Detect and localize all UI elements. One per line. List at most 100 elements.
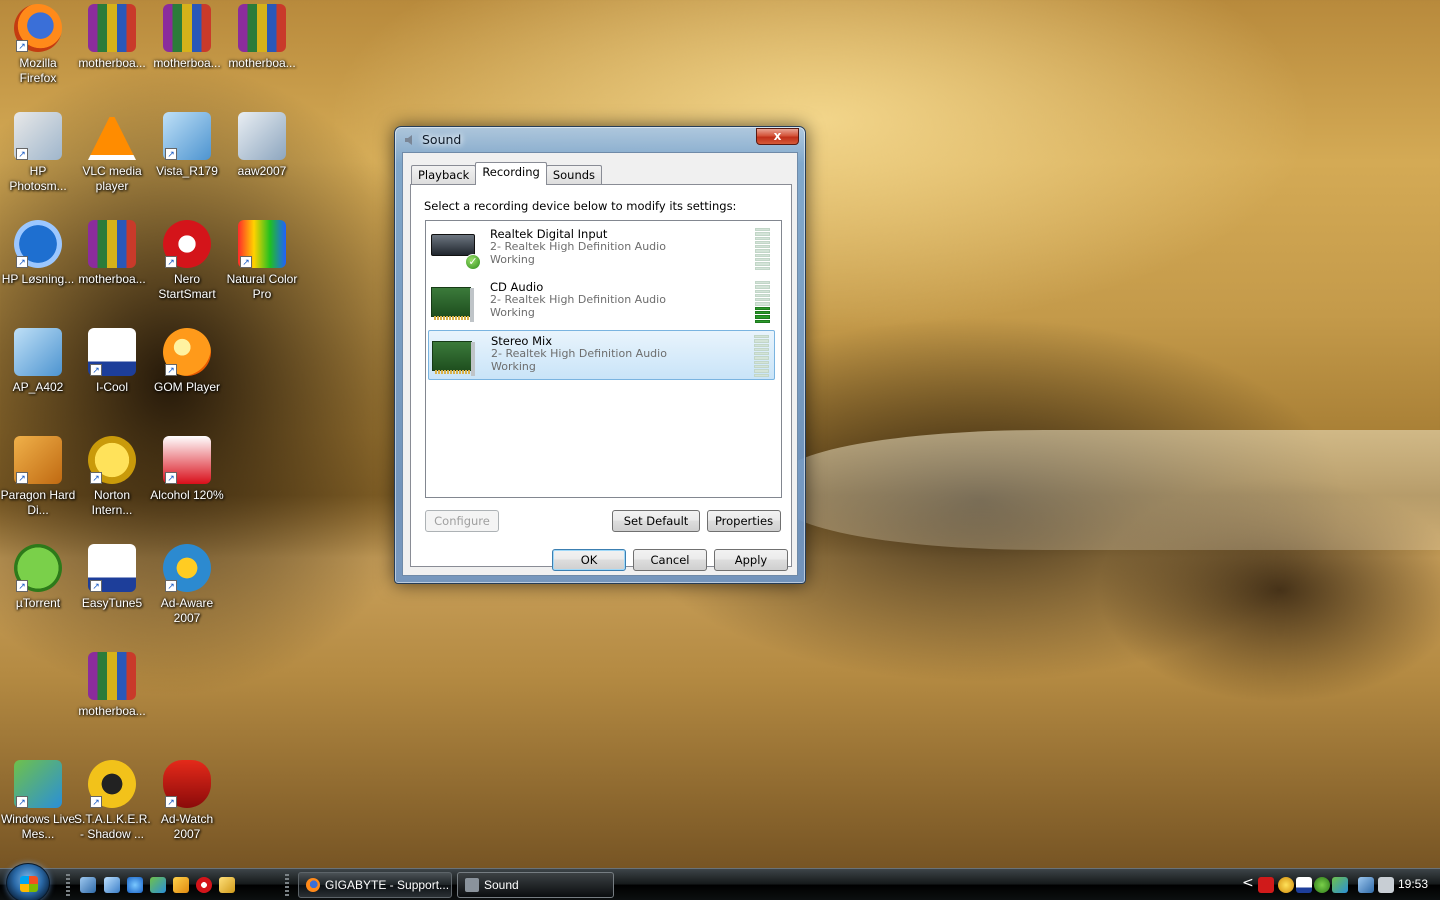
desktop-icon-ad-aware[interactable]: ↗ Ad-Aware 2007 <box>149 544 225 626</box>
digital-input-device-icon: ✓ <box>431 230 481 270</box>
device-item-realtek-digital-input[interactable]: ✓ Realtek Digital Input 2- Realtek High … <box>428 224 775 274</box>
taskbar-button-label: Sound <box>484 878 519 892</box>
gom-player-icon: ↗ <box>163 328 211 376</box>
volume-tray-icon[interactable] <box>1378 877 1394 893</box>
desktop-icon-vista-r179[interactable]: ↗ Vista_R179 <box>149 112 225 179</box>
network-tray-icon[interactable] <box>1358 877 1374 893</box>
level-meter-segment <box>755 319 770 323</box>
desktop-icon-hp-photosmart[interactable]: ↗ HP Photosm... <box>0 112 76 194</box>
mail-icon[interactable] <box>219 877 235 893</box>
properties-button[interactable]: Properties <box>707 510 781 532</box>
natural-color-icon: ↗ <box>238 220 286 268</box>
internet-explorer-icon[interactable] <box>127 877 143 893</box>
desktop-icon-motherboard-2[interactable]: motherboa... <box>149 4 225 71</box>
instruction-text: Select a recording device below to modif… <box>424 199 737 213</box>
gigabyte-tray-icon[interactable] <box>1296 877 1312 893</box>
tab-sounds[interactable]: Sounds <box>545 165 603 185</box>
desktop-icon-utorrent[interactable]: ↗ µTorrent <box>0 544 76 611</box>
set-default-button[interactable]: Set Default <box>612 510 700 532</box>
gigabyte-icon: ↗ <box>88 328 136 376</box>
level-meter-segment <box>755 245 770 249</box>
level-meter-segment <box>755 262 770 266</box>
taskbar-button-label: GIGABYTE - Support... <box>325 878 450 892</box>
media-player-icon[interactable] <box>173 877 189 893</box>
device-subtitle: 2- Realtek High Definition Audio <box>490 293 666 306</box>
desktop-icon-ad-watch[interactable]: ↗ Ad-Watch 2007 <box>149 760 225 842</box>
desktop-icon-motherboard-4[interactable]: motherboa... <box>74 220 150 287</box>
messenger-icon[interactable] <box>150 877 166 893</box>
desktop-icon-i-cool[interactable]: ↗ I-Cool <box>74 328 150 395</box>
level-meter-segment <box>755 289 770 293</box>
recording-device-list[interactable]: ✓ Realtek Digital Input 2- Realtek High … <box>425 220 782 498</box>
desktop-icon-label: aaw2007 <box>237 164 287 178</box>
recording-tab-panel: Select a recording device below to modif… <box>410 184 792 567</box>
nero-icon[interactable] <box>196 877 212 893</box>
desktop-icon-gom-player[interactable]: ↗ GOM Player <box>149 328 225 395</box>
ok-button[interactable]: OK <box>552 549 626 571</box>
driver-installer-icon: ↗ <box>163 112 211 160</box>
desktop-icon-label: µTorrent <box>15 596 61 610</box>
messenger-tray-icon[interactable] <box>1332 877 1348 893</box>
level-meter-segment <box>754 343 769 347</box>
level-meter-segment <box>754 369 769 373</box>
ati-tray-icon[interactable] <box>1258 877 1274 893</box>
hp-photosmart-icon: ↗ <box>14 112 62 160</box>
desktop-icon-firefox[interactable]: ↗ Mozilla Firefox <box>0 4 76 86</box>
switch-windows-icon[interactable] <box>104 877 120 893</box>
level-meter-segment <box>755 232 770 236</box>
desktop-icon-aaw2007[interactable]: aaw2007 <box>224 112 300 179</box>
tab-strip: Playback Recording Sounds <box>411 162 603 185</box>
device-item-cd-audio[interactable]: CD Audio 2- Realtek High Definition Audi… <box>428 277 775 327</box>
start-button[interactable] <box>6 863 50 900</box>
tab-recording[interactable]: Recording <box>475 162 547 185</box>
firefox-icon: ↗ <box>14 4 62 52</box>
norton-tray-icon[interactable] <box>1278 877 1294 893</box>
taskbar-button-firefox[interactable]: GIGABYTE - Support... <box>298 872 452 898</box>
desktop-icon-paragon[interactable]: ↗ Paragon Hard Di... <box>0 436 76 518</box>
quicklaunch-grip[interactable] <box>66 874 70 896</box>
device-item-stereo-mix[interactable]: Stereo Mix 2- Realtek High Definition Au… <box>428 330 775 380</box>
desktop-icon-easytune5[interactable]: ↗ EasyTune5 <box>74 544 150 611</box>
desktop-icon-hp-losning[interactable]: ↗ HP Løsning... <box>0 220 76 287</box>
clock[interactable]: 19:53 <box>1398 877 1428 891</box>
desktop-icon-live-messenger[interactable]: ↗ Windows Live Mes... <box>0 760 76 842</box>
show-hidden-icons-chevron[interactable]: < <box>1242 875 1254 891</box>
taskbar-button-sound[interactable]: Sound <box>457 872 614 898</box>
speaker-icon <box>465 878 479 892</box>
winrar-archive-icon <box>88 4 136 52</box>
nero-icon: ↗ <box>163 220 211 268</box>
close-button[interactable]: x <box>756 128 799 145</box>
desktop-icon-vlc[interactable]: VLC media player <box>74 112 150 194</box>
show-desktop-icon[interactable] <box>80 877 96 893</box>
desktop-icon-motherboard-3[interactable]: motherboa... <box>224 4 300 71</box>
level-meter-segment <box>755 306 770 311</box>
taskbar-grip[interactable] <box>285 874 289 896</box>
device-status: Working <box>490 306 535 319</box>
desktop-icon-label: I-Cool <box>95 380 128 394</box>
title-bar[interactable]: Sound x <box>395 127 805 153</box>
desktop-icon-natural-color[interactable]: ↗ Natural Color Pro <box>224 220 300 302</box>
desktop-icon-motherboard-5[interactable]: motherboa... <box>74 652 150 719</box>
desktop-icon-stalker[interactable]: ↗ S.T.A.L.K.E.R. - Shadow ... <box>74 760 151 842</box>
level-meter-segment <box>754 347 769 352</box>
level-meter-segment <box>755 298 770 302</box>
tab-playback[interactable]: Playback <box>411 165 477 185</box>
desktop-icon-label: motherboa... <box>78 56 146 70</box>
desktop-icon-norton[interactable]: ↗ Norton Intern... <box>74 436 150 518</box>
desktop-icon-motherboard-1[interactable]: motherboa... <box>74 4 150 71</box>
level-meter <box>754 335 769 377</box>
gigabyte-icon: ↗ <box>88 544 136 592</box>
desktop-icon-nero[interactable]: ↗ Nero StartSmart <box>149 220 225 302</box>
level-meter-segment <box>754 352 769 356</box>
desktop-icon-label: EasyTune5 <box>81 596 143 610</box>
cancel-button[interactable]: Cancel <box>633 549 707 571</box>
apply-button[interactable]: Apply <box>714 549 788 571</box>
desktop-icon-alcohol[interactable]: ↗ Alcohol 120% <box>149 436 225 503</box>
desktop-icon-ap-a402[interactable]: AP_A402 <box>0 328 76 395</box>
desktop-icon-label: motherboa... <box>78 272 146 286</box>
level-meter-segment <box>755 240 770 245</box>
utorrent-tray-icon[interactable] <box>1314 877 1330 893</box>
sound-card-icon <box>432 337 478 376</box>
configure-button[interactable]: Configure <box>425 510 499 532</box>
wallpaper-sea <box>780 430 1440 550</box>
